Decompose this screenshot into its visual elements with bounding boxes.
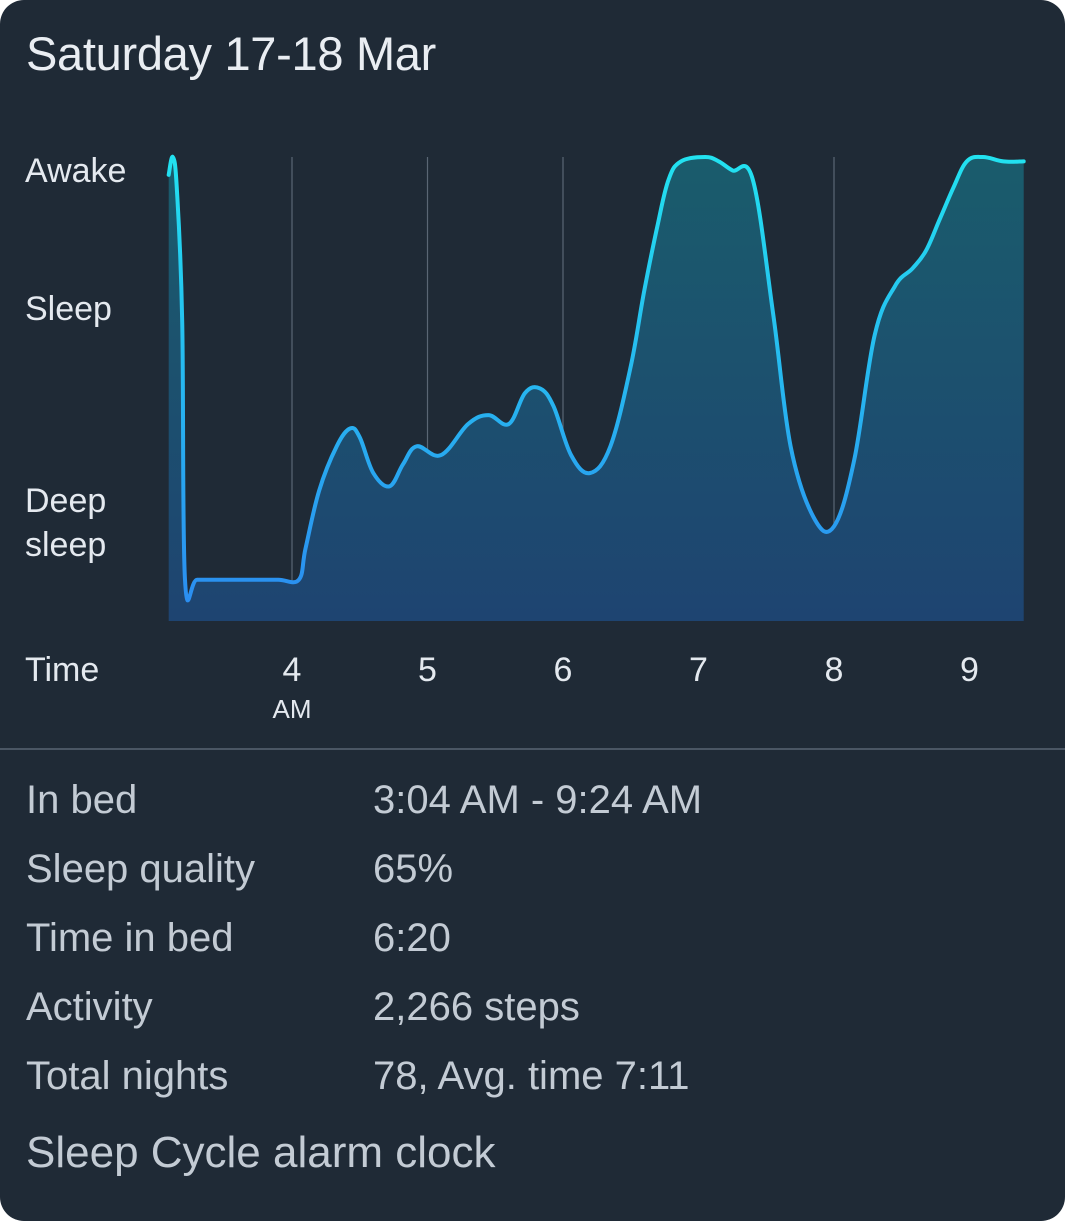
divider xyxy=(0,748,1065,750)
sleep-summary-card: Saturday 17-18 Mar Awake Sleep Deep sleep T… xyxy=(0,0,1065,1221)
x-tick-label: 9 xyxy=(960,651,979,689)
stat-value: 3:04 AM - 9:24 AM xyxy=(373,778,703,822)
y-level-label: Sleep xyxy=(25,290,112,328)
x-tick-sublabel: AM xyxy=(273,694,312,724)
x-tick-label: 5 xyxy=(418,651,437,689)
stat-value: 65% xyxy=(373,847,454,891)
stat-label: Total nights xyxy=(26,1054,229,1098)
y-level-label: Deep xyxy=(25,482,106,520)
sleep-graph: Awake Sleep Deep sleep Time 4 AM 5 6 7 8 9 xyxy=(25,152,1026,724)
x-tick-label: 6 xyxy=(554,651,573,689)
y-level-label: sleep xyxy=(25,526,106,564)
stat-label: Sleep quality xyxy=(26,847,256,891)
stat-value: 6:20 xyxy=(373,916,451,960)
stat-label: Activity xyxy=(26,985,153,1029)
x-tick-label: 8 xyxy=(825,651,844,689)
x-axis-label: Time xyxy=(25,651,99,689)
stat-label: In bed xyxy=(26,778,138,822)
sleep-area-fill xyxy=(168,156,1024,621)
stat-value: 78, Avg. time 7:11 xyxy=(373,1054,690,1098)
x-tick-label: 7 xyxy=(689,651,708,689)
x-tick-label: 4 xyxy=(283,651,302,689)
y-level-label: Awake xyxy=(25,152,126,190)
app-name: Sleep Cycle alarm clock xyxy=(26,1128,496,1177)
stat-value: 2,266 steps xyxy=(373,985,580,1029)
stat-label: Time in bed xyxy=(26,916,234,960)
